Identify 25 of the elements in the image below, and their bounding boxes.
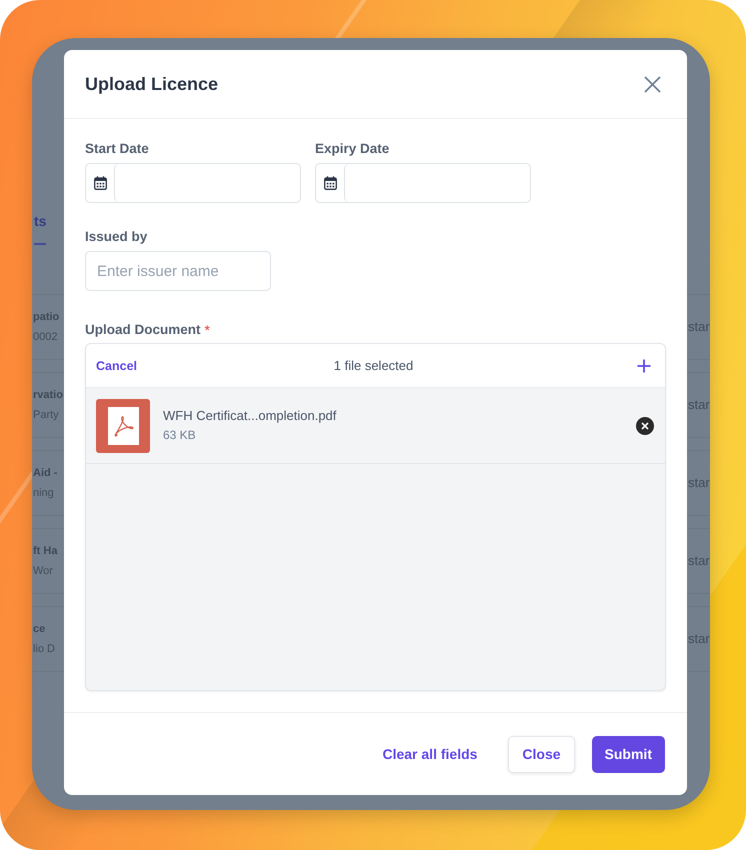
issuer-input[interactable]: Enter issuer name: [85, 251, 271, 291]
dialog-close-button[interactable]: [644, 76, 661, 92]
field-label: Issued by: [85, 228, 148, 246]
calendar-icon: [94, 176, 106, 190]
plus-icon: [637, 358, 651, 372]
field-label: Upload Document: [85, 321, 201, 339]
dialog-title: Upload Licence: [85, 73, 218, 96]
field-label: Expiry Date: [315, 140, 390, 158]
date-picker[interactable]: [315, 163, 531, 203]
remove-file-button[interactable]: [636, 416, 654, 434]
field-label: Start Date: [85, 140, 149, 158]
required-mark: *: [204, 321, 210, 339]
close-icon: [636, 416, 654, 434]
file-size: 63 KB: [163, 428, 196, 443]
primary-button[interactable]: Submit: [592, 736, 665, 772]
date-picker[interactable]: [85, 163, 301, 203]
text-link[interactable]: Clear all fields: [382, 746, 478, 762]
document-icon: [96, 398, 150, 452]
file-name: WFH Certificat...ompletion.pdf: [163, 408, 336, 424]
file-count-text: 1 file selected: [334, 358, 414, 373]
outlined-button[interactable]: Close: [508, 736, 575, 772]
calendar-icon: [324, 176, 336, 190]
cancel-link[interactable]: Cancel: [96, 358, 137, 372]
close-icon: [644, 76, 661, 92]
add-file-button[interactable]: [637, 358, 651, 372]
